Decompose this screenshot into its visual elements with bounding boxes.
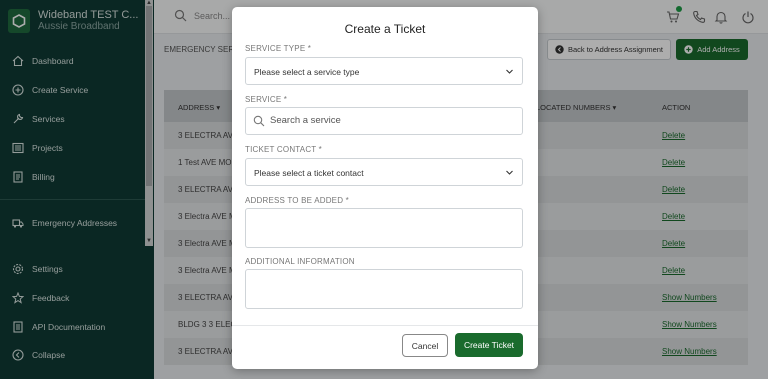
service-search-input[interactable] xyxy=(270,115,510,126)
create-ticket-button[interactable]: Create Ticket xyxy=(455,333,523,357)
ticket-contact-select[interactable]: Please select a ticket contact xyxy=(245,158,523,186)
service-type-select[interactable]: Please select a service type xyxy=(245,57,523,85)
address-to-be-added-label: ADDRESS TO BE ADDED * xyxy=(245,196,349,205)
service-type-value: Please select a service type xyxy=(254,67,360,77)
service-label: SERVICE * xyxy=(245,95,288,104)
modal-title: Create a Ticket xyxy=(344,22,426,36)
address-to-be-added-input[interactable] xyxy=(245,208,523,248)
search-icon xyxy=(253,115,265,127)
modal-footer-divider xyxy=(232,325,538,326)
ticket-contact-value: Please select a ticket contact xyxy=(254,168,364,178)
chevron-down-icon xyxy=(506,69,513,74)
create-ticket-modal: Create a Ticket SERVICE TYPE * Please se… xyxy=(232,7,538,369)
service-search-field[interactable] xyxy=(245,107,523,135)
additional-information-input[interactable] xyxy=(245,269,523,309)
service-type-label: SERVICE TYPE * xyxy=(245,44,312,53)
ticket-contact-label: TICKET CONTACT * xyxy=(245,145,322,154)
cancel-button[interactable]: Cancel xyxy=(402,334,448,357)
additional-information-label: ADDITIONAL INFORMATION xyxy=(245,257,355,266)
chevron-down-icon xyxy=(506,170,513,175)
